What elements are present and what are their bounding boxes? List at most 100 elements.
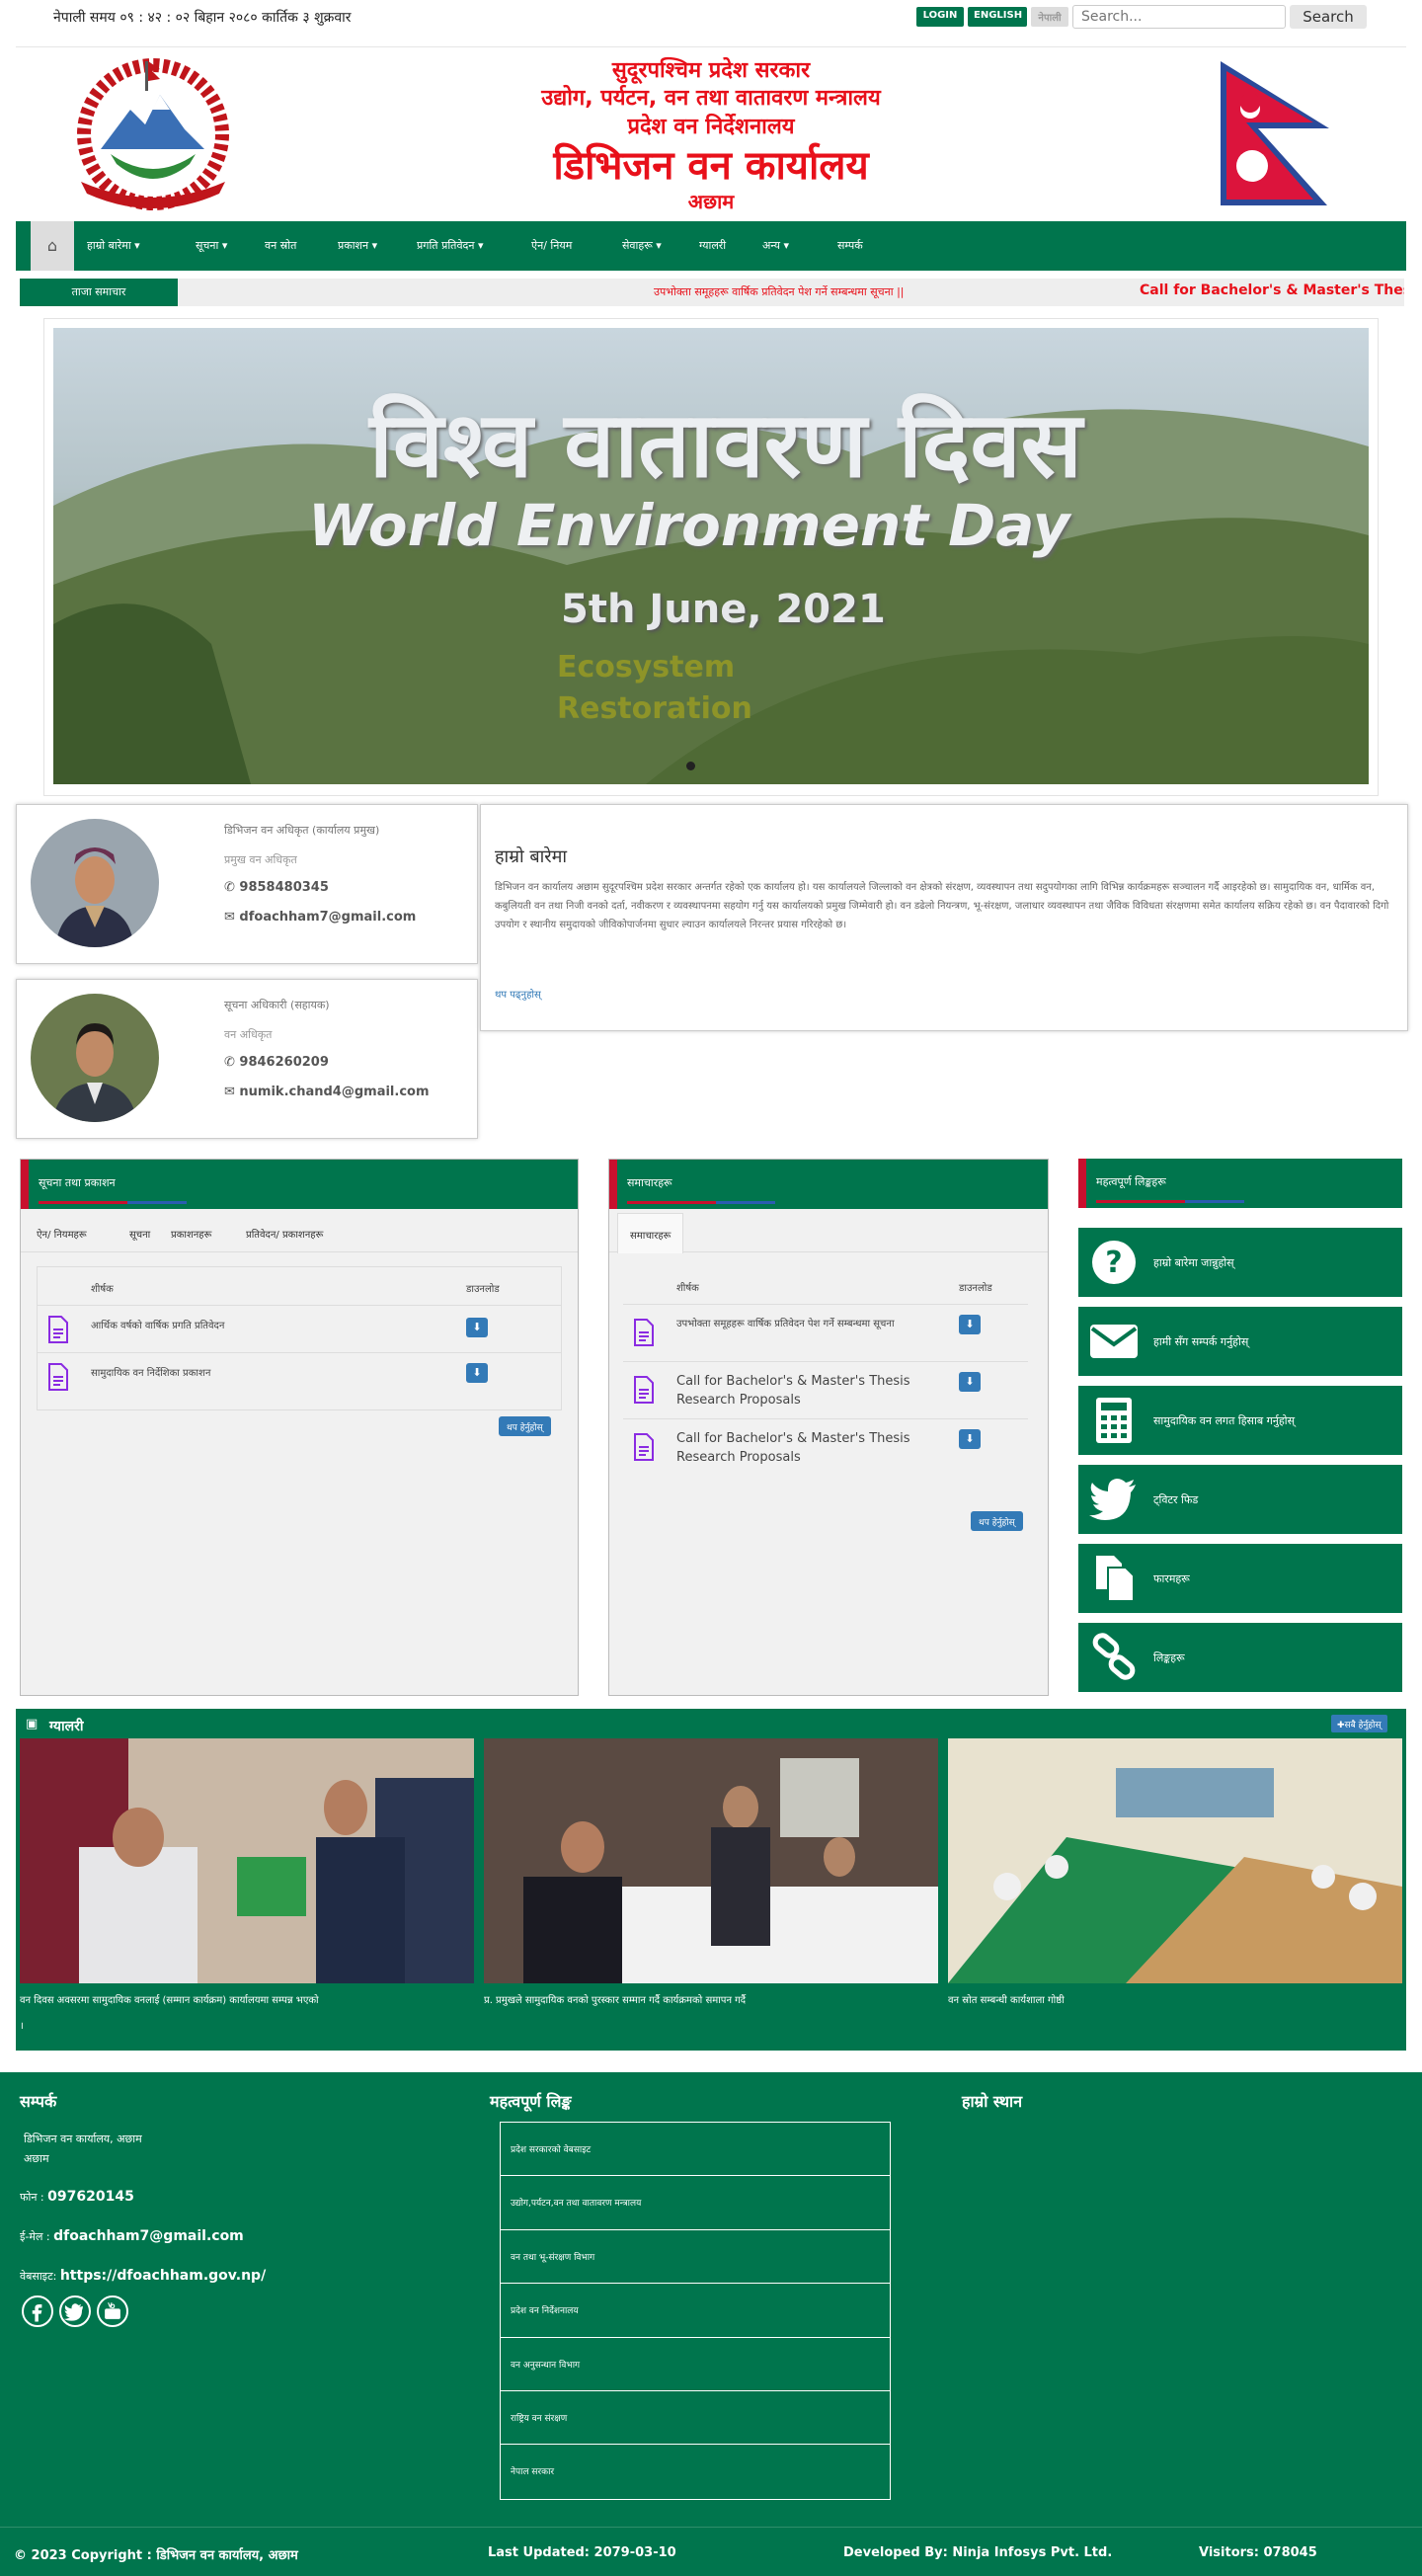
slider-caption-english: World Environment Day	[308, 492, 1070, 559]
nav-item-others[interactable]: अन्य ▾	[762, 238, 789, 253]
quick-link-forms[interactable]: फारमहरू	[1078, 1544, 1402, 1613]
document-title[interactable]: सामुदायिक वन निर्देशिका प्रकाशन	[91, 1365, 210, 1379]
gallery-image[interactable]	[484, 1738, 938, 1983]
nepali-language-button[interactable]: नेपाली	[1031, 7, 1068, 27]
download-icon[interactable]: ⬇	[959, 1315, 981, 1334]
developer-credit[interactable]: Developed By: Ninja Infosys Pvt. Ltd.	[843, 2545, 1112, 2560]
title-directorate: प्रदेश वन निर्देशनालय	[627, 115, 795, 139]
tab-acts-rules[interactable]: ऐन/ नियमहरू	[37, 1227, 87, 1241]
search-button[interactable]: Search	[1290, 5, 1367, 29]
twitter-icon[interactable]	[59, 2295, 91, 2327]
official-email-value: dfoachham7@gmail.com	[239, 910, 417, 925]
twitter-icon	[1089, 1479, 1136, 1520]
last-updated-text: Last Updated: 2079-03-10	[488, 2545, 676, 2560]
download-icon[interactable]: ⬇	[959, 1429, 981, 1449]
question-icon: ?	[1092, 1241, 1136, 1284]
panel-header: सूचना तथा प्रकाशन	[21, 1160, 578, 1209]
slider-caption-theme: Restoration	[557, 691, 752, 726]
search-input[interactable]	[1072, 5, 1286, 29]
nav-item-gallery[interactable]: ग्यालरी	[699, 238, 726, 253]
document-icon	[634, 1376, 654, 1404]
official-photo	[31, 819, 159, 947]
footer-email-value: dfoachham7@gmail.com	[53, 2228, 244, 2244]
home-icon[interactable]: ⌂	[31, 221, 74, 271]
nav-item-services[interactable]: सेवाहरू ▾	[622, 238, 662, 253]
footer-link[interactable]: वन अनुसन्धान विभाग	[501, 2338, 890, 2391]
ticker-item[interactable]: उपभोक्ता समूहहरू वार्षिक प्रतिवेदन पेश ग…	[654, 284, 905, 299]
quick-link-about[interactable]: ? हाम्रो बारेमा जान्नुहोस्	[1078, 1228, 1402, 1297]
view-more-button[interactable]: थप हेर्नुहोस्	[971, 1511, 1023, 1531]
nav-item-about[interactable]: हाम्रो बारेमा ▾	[87, 238, 140, 253]
nav-item-contact[interactable]: सम्पर्क	[837, 238, 863, 253]
quick-link-contact[interactable]: हामी सँग सम्पर्क गर्नुहोस्	[1078, 1307, 1402, 1376]
document-icon	[634, 1433, 654, 1461]
about-text: डिभिजन वन कार्यालय अछाम सुदूरपश्चिम प्रद…	[495, 882, 1389, 930]
nav-item-forest-resource[interactable]: वन स्रोत	[265, 238, 296, 253]
youtube-icon[interactable]	[97, 2295, 128, 2327]
nav-item-progress-report[interactable]: प्रगति प्रतिवेदन ▾	[417, 238, 484, 253]
quick-link-links[interactable]: लिङ्कहरू	[1078, 1623, 1402, 1692]
news-title[interactable]: उपभोक्ता समूहहरू वार्षिक प्रतिवेदन पेश ग…	[676, 1315, 923, 1333]
nepal-flag-icon	[1221, 61, 1329, 205]
official-card: डिभिजन वन अधिकृत (कार्यालय प्रमुख) प्रमु…	[16, 804, 478, 964]
official-designation: वन अधिकृत	[224, 1028, 273, 1041]
news-title[interactable]: Call for Bachelor's & Master's Thesis Re…	[676, 1372, 923, 1409]
footer-phone-label: फोन :	[20, 2191, 48, 2204]
ticker-item[interactable]: Call for Bachelor's & Master's Thesis Re	[1140, 282, 1404, 298]
footer-email[interactable]: ई-मेल : dfoachham7@gmail.com	[20, 2228, 244, 2244]
main-navbar: ⌂ हाम्रो बारेमा ▾ सूचना ▾ वन स्रोत प्रका…	[16, 221, 1406, 271]
view-more-button[interactable]: थप हेर्नुहोस्	[499, 1416, 551, 1436]
nav-item-publication[interactable]: प्रकाशन ▾	[338, 238, 377, 253]
news-title[interactable]: Call for Bachelor's & Master's Thesis Re…	[676, 1429, 923, 1467]
footer-link[interactable]: नेपाल सरकार	[501, 2445, 890, 2498]
gallery-image[interactable]	[20, 1738, 474, 1983]
tab-publications[interactable]: प्रकाशनहरू	[171, 1227, 211, 1241]
download-icon[interactable]: ⬇	[959, 1372, 981, 1392]
panel-header: समाचारहरू	[609, 1160, 1048, 1209]
footer-link[interactable]: प्रदेश सरकारको वेबसाइट	[501, 2123, 890, 2177]
table-row: Call for Bachelor's & Master's Thesis Re…	[623, 1361, 1028, 1418]
panel-title: सूचना तथा प्रकाशन	[39, 1176, 116, 1189]
official-email[interactable]: ✉ dfoachham7@gmail.com	[224, 910, 416, 925]
view-all-gallery-button[interactable]: ✚सबै हेर्नुहोस्	[1331, 1715, 1387, 1732]
hero-slider-image: विश्व वातावरण दिवस World Environment Day…	[53, 328, 1369, 784]
facebook-icon[interactable]	[22, 2295, 53, 2327]
gallery-section: ▣ ग्यालरी ✚सबै हेर्नुहोस् वन दिवस अवसरमा…	[16, 1709, 1406, 2051]
slider-indicator[interactable]	[686, 762, 695, 770]
download-icon[interactable]: ⬇	[466, 1318, 488, 1337]
breaking-news-label: ताजा समाचार	[20, 279, 178, 306]
quick-link-twitter[interactable]: ट्विटर फिड	[1078, 1465, 1402, 1534]
quick-link-calculator[interactable]: सामुदायिक वन लगत हिसाब गर्नुहोस्	[1078, 1386, 1402, 1455]
tab-news[interactable]: समाचारहरू	[617, 1213, 684, 1253]
official-photo	[31, 994, 159, 1122]
footer-map-title: हाम्रो स्थान	[962, 2092, 1023, 2111]
nav-item-acts-rules[interactable]: ऐन/ नियम	[531, 238, 572, 253]
footer-website[interactable]: वेबसाइट: https://dfoachham.gov.np/	[20, 2268, 266, 2284]
login-button[interactable]: LOGIN	[916, 7, 964, 27]
english-language-button[interactable]: ENGLISH	[968, 7, 1027, 27]
footer-link[interactable]: वन तथा भू-संरक्षण विभाग	[501, 2230, 890, 2285]
table-row: आर्थिक वर्षको वार्षिक प्रगति प्रतिवेदन ⬇	[38, 1305, 561, 1352]
quick-links-header: महत्वपूर्ण लिङ्कहरू	[1078, 1159, 1402, 1208]
footer-link[interactable]: राष्ट्रिय वन संरक्षण	[501, 2391, 890, 2446]
quick-link-label: लिङ्कहरू	[1153, 1651, 1185, 1664]
tab-notice[interactable]: सूचना	[129, 1227, 150, 1241]
nav-item-notice[interactable]: सूचना ▾	[196, 238, 227, 253]
column-header-title: शीर्षक	[91, 1284, 114, 1295]
official-name: सूचना अधिकारी (सहायक)	[224, 999, 330, 1011]
phone-icon: ✆	[224, 1055, 240, 1070]
read-more-link[interactable]: थप पढ्नुहोस्	[495, 987, 541, 1001]
svg-text:?: ?	[1105, 1246, 1122, 1280]
document-icon	[634, 1319, 654, 1346]
download-icon[interactable]: ⬇	[466, 1363, 488, 1383]
title-province: सुदूरपश्चिम प्रदेश सरकार	[611, 58, 811, 83]
gallery-image[interactable]	[948, 1738, 1402, 1983]
notices-tabs: ऐन/ नियमहरू सूचना प्रकाशनहरू प्रतिवेदन/ …	[21, 1213, 578, 1252]
footer-link[interactable]: उद्योग,पर्यटन,वन तथा वातावरण मन्त्रालय	[501, 2176, 890, 2230]
column-header-download: डाउनलोड	[959, 1283, 992, 1294]
document-title[interactable]: आर्थिक वर्षको वार्षिक प्रगति प्रतिवेदन	[91, 1318, 224, 1331]
panel-title-underline	[627, 1201, 775, 1204]
tab-reports[interactable]: प्रतिवेदन/ प्रकाशनहरू	[246, 1227, 323, 1241]
official-email[interactable]: ✉ numik.chand4@gmail.com	[224, 1085, 430, 1099]
footer-link[interactable]: प्रदेश वन निर्देशनालय	[501, 2284, 890, 2338]
